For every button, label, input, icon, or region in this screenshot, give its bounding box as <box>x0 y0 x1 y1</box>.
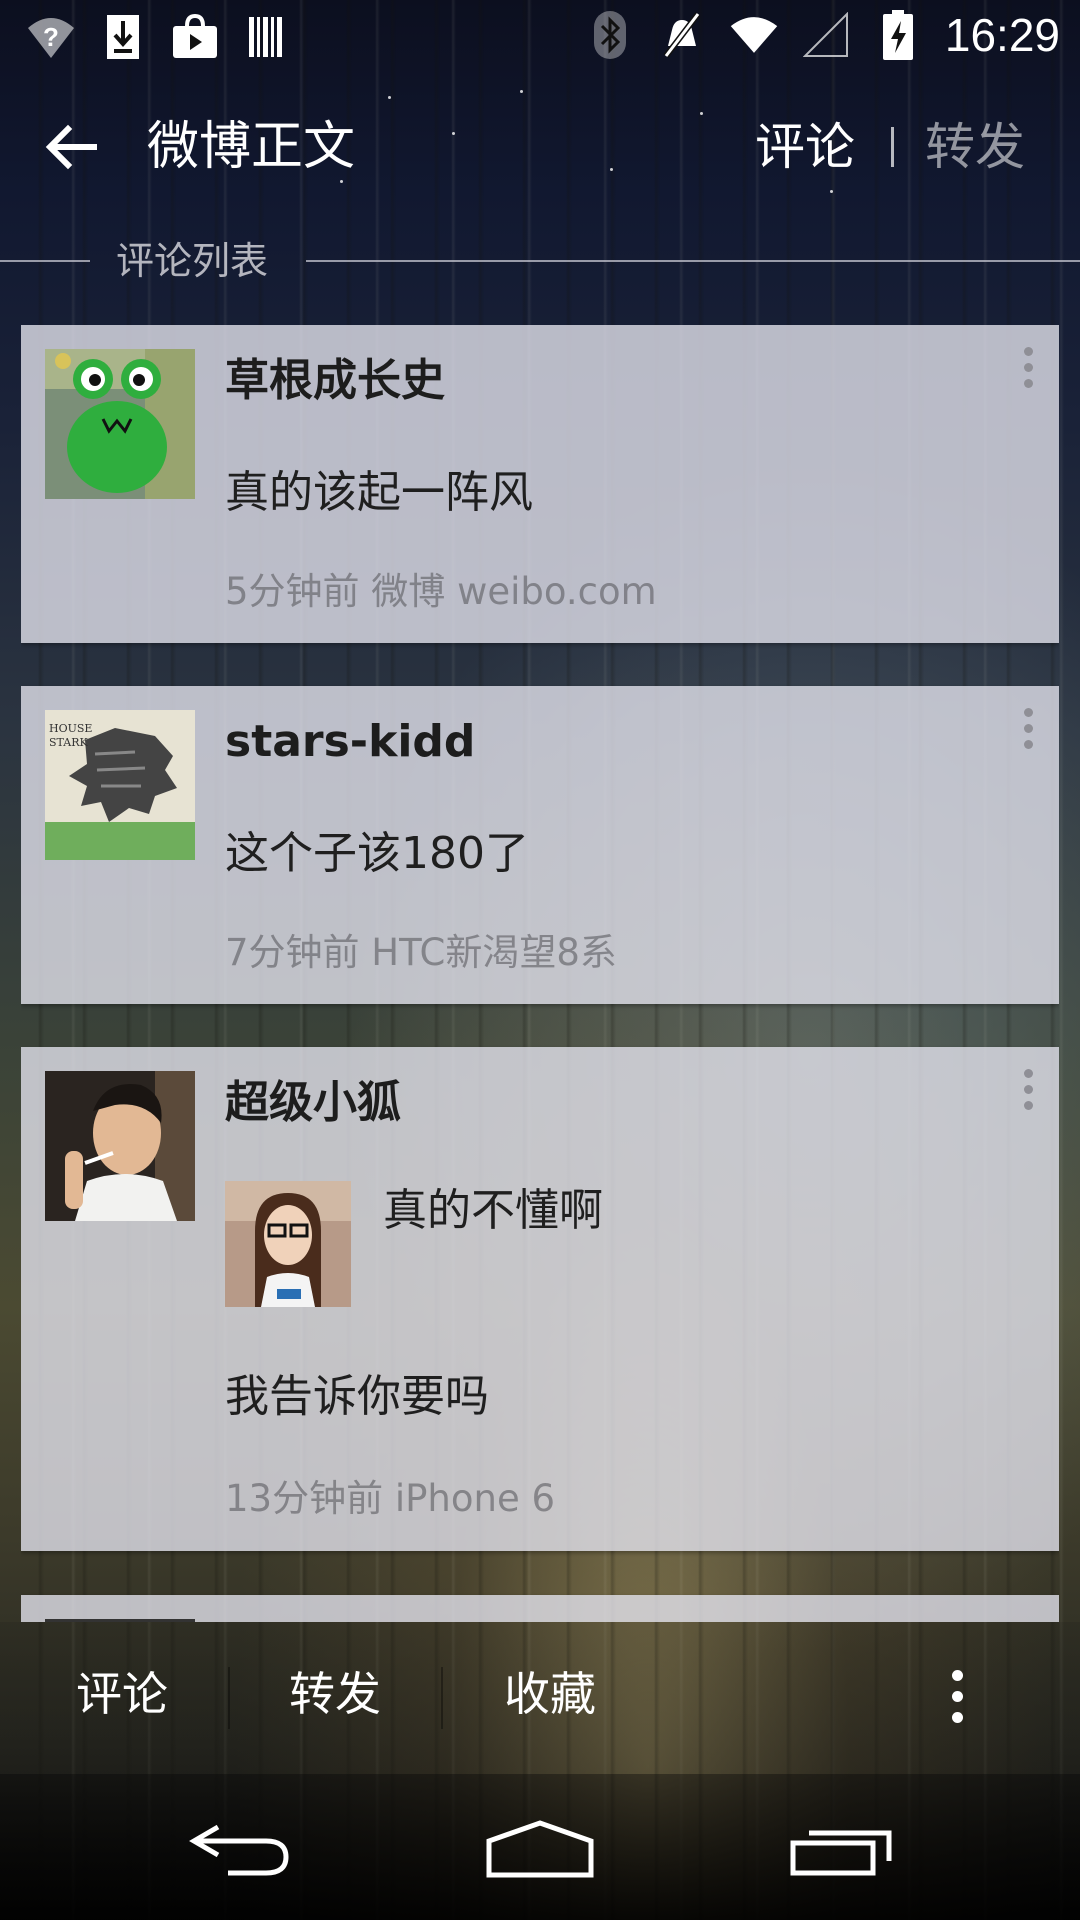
comment-card[interactable]: 超级小狐 真的不懂啊 我告诉你要吗 13分钟前 iPhone 6 <box>21 1047 1059 1551</box>
tab-repost[interactable]: 转发 <box>925 115 1025 179</box>
comment-author[interactable]: 超级小狐 <box>225 1073 401 1133</box>
section-title: 评论列表 <box>116 239 269 283</box>
overflow-menu-icon[interactable] <box>945 1670 969 1730</box>
comment-list[interactable]: 草根成长史 真的该起一阵风 5分钟前 微博 weibo.com HOUSE ST… <box>21 325 1059 1622</box>
more-vert-icon[interactable] <box>1015 1065 1041 1115</box>
comment-button[interactable]: 评论 <box>76 1662 168 1726</box>
house-stark-avatar[interactable]: HOUSE STARK <box>45 710 195 860</box>
tab-comment[interactable]: 评论 <box>755 115 855 179</box>
divider-line <box>0 260 90 262</box>
tab-divider <box>891 127 894 167</box>
bluetooth-icon <box>585 10 635 60</box>
more-vert-icon[interactable] <box>1015 343 1041 393</box>
man-avatar[interactable] <box>45 1071 195 1221</box>
repost-button[interactable]: 转发 <box>289 1662 381 1726</box>
divider-line <box>306 260 1080 262</box>
status-time: 16:29 <box>944 9 1060 61</box>
comment-card[interactable]: HOUSE STARK stars-kidd 这个子该180了 7分钟前 HTC… <box>21 686 1059 1004</box>
wifi-icon <box>729 10 779 60</box>
divider <box>441 1667 443 1729</box>
svg-text:?: ? <box>43 22 59 52</box>
frog-avatar[interactable] <box>45 349 195 499</box>
avatar-text: STARK <box>49 736 88 749</box>
section-header: 评论列表 <box>0 236 1080 286</box>
navigation-bar <box>0 1774 1080 1920</box>
comment-meta: 13分钟前 iPhone 6 <box>225 1477 556 1520</box>
mute-icon <box>657 10 707 60</box>
comment-author[interactable]: stars-kidd <box>225 712 475 772</box>
divider <box>228 1667 230 1729</box>
page-title: 微博正文 <box>147 117 356 177</box>
signal-icon <box>801 10 851 60</box>
girl-photo[interactable] <box>225 1181 351 1307</box>
nav-recents-icon[interactable] <box>782 1809 902 1889</box>
nav-home-icon[interactable] <box>480 1809 600 1889</box>
comment-text: 我告诉你要吗 <box>225 1371 489 1422</box>
back-arrow-icon[interactable] <box>40 115 104 179</box>
wifi-question-icon: ? <box>26 12 76 62</box>
bottom-action-bar: 评论 转发 收藏 <box>0 1622 1080 1774</box>
comment-text: 真的该起一阵风 <box>225 467 533 518</box>
barcode-icon <box>242 12 292 62</box>
favorite-button[interactable]: 收藏 <box>504 1662 596 1726</box>
comment-card[interactable]: 草根成长史 真的该起一阵风 5分钟前 微博 weibo.com <box>21 325 1059 643</box>
download-icon <box>98 12 148 62</box>
nav-back-icon[interactable] <box>180 1809 300 1889</box>
comment-meta: 5分钟前 微博 weibo.com <box>225 570 657 613</box>
play-store-icon <box>170 12 220 62</box>
comment-meta: 7分钟前 HTC新渴望8系 <box>225 931 617 974</box>
battery-charging-icon <box>873 10 923 60</box>
quoted-text: 真的不懂啊 <box>383 1185 603 1236</box>
more-vert-icon[interactable] <box>1015 704 1041 754</box>
status-bar: ? 16:29 <box>0 0 1080 75</box>
comment-author[interactable]: 草根成长史 <box>225 351 445 411</box>
comment-card[interactable] <box>21 1595 1059 1622</box>
comment-text: 这个子该180了 <box>225 828 529 879</box>
avatar-text: HOUSE <box>49 722 92 735</box>
action-bar: 微博正文 评论 转发 <box>0 75 1080 220</box>
